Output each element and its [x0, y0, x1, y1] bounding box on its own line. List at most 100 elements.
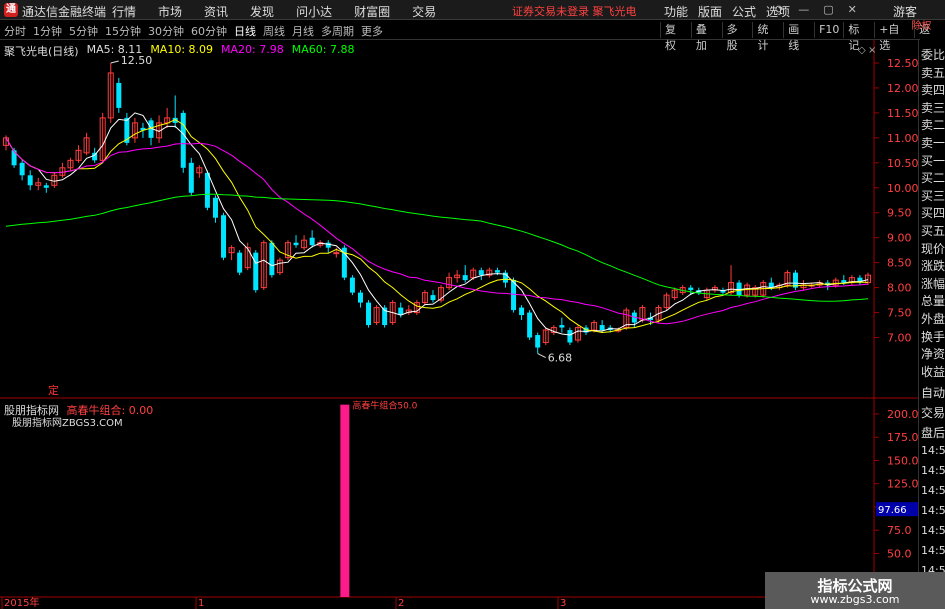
tab-weekly[interactable]: 周线 [263, 23, 285, 39]
menu-item-news[interactable]: 资讯 [204, 3, 228, 20]
side-panel-item: 卖二 [921, 118, 945, 133]
side-panel-item[interactable]: 自动 [921, 384, 945, 401]
side-panel-item: 买一 [921, 153, 945, 168]
candle-body [27, 175, 33, 186]
menu-item-discover[interactable]: 发现 [250, 3, 274, 20]
tab-30min[interactable]: 30分钟 [148, 23, 184, 39]
side-panel-item: 交易 [921, 406, 945, 420]
candle-body [180, 112, 186, 168]
kline-chart[interactable]: 12.50 12.00 11.50 11.00 10.50 10.00 9.50 9.00 8.… [0, 40, 918, 609]
indicator-tick-label: 200.0 [887, 408, 918, 421]
app-title: 通达信金融终端 [22, 5, 107, 19]
close-icon: × [868, 45, 876, 56]
menu-item-wealth[interactable]: 财富圈 [354, 3, 390, 20]
side-panel-item: 卖五 [921, 65, 945, 80]
side-panel-item: 买三 [921, 188, 945, 203]
draw-line-button[interactable]: 画线 [783, 22, 814, 52]
close-icon[interactable]: ✕ [848, 3, 857, 16]
side-panel-item: 买四 [921, 206, 945, 221]
site-badge: 指标公式网 www.zbgs3.com [765, 572, 945, 609]
candle-body [221, 215, 227, 258]
menu-item-ask[interactable]: 问小达 [296, 3, 332, 20]
multi-stock-button[interactable]: 多股 [721, 22, 753, 52]
tab-monthly[interactable]: 月线 [292, 23, 314, 39]
side-panel-item: 涨跌 [921, 259, 945, 274]
side-panel-item: 现价 [921, 241, 945, 256]
price-axis: 12.50 12.00 11.50 11.00 10.50 10.00 9.50 9.00 8.… [874, 57, 918, 345]
menu-item-market[interactable]: 市场 [158, 3, 182, 20]
price-tick-label: 10.00 [887, 182, 918, 195]
f10-button[interactable]: F10 [814, 22, 843, 38]
chart-annotations: 12.506.68定◇ × [48, 45, 876, 397]
maximize-icon[interactable]: ▢ [823, 3, 833, 16]
menu-item-layout[interactable]: 版面 [698, 3, 722, 20]
indicator-spike-bar [340, 404, 350, 597]
side-panel-item: 总量 [921, 294, 945, 309]
candle-body [736, 282, 742, 296]
mark-button[interactable]: 标记 [843, 22, 874, 52]
statistics-button[interactable]: 统计 [752, 22, 783, 52]
menu-item-quotes[interactable]: 行情 [112, 3, 136, 20]
candle-body [19, 162, 25, 176]
menu-item-trade[interactable]: 交易 [412, 3, 436, 20]
tab-15min[interactable]: 15分钟 [105, 23, 141, 39]
side-panel-item: 14:56 [921, 504, 945, 517]
side-panel-item: 盘后 [921, 426, 945, 440]
tab-60min[interactable]: 60分钟 [191, 23, 227, 39]
time-tick-label: 2 [398, 598, 404, 609]
main-menu: 行情 市场 资讯 发现 问小达 财富圈 交易 [112, 3, 458, 20]
side-panel-item: 委比 [921, 48, 945, 62]
window-controls: ⟳ — ▢ ✕ [775, 3, 857, 16]
stock-name[interactable]: 聚飞光电(日线) [4, 43, 79, 59]
candle-body [357, 292, 363, 303]
low-marker [537, 353, 546, 358]
title-bar: 通 通达信金融终端 行情 市场 资讯 发现 问小达 财富圈 交易 证券交易未登录… [0, 0, 945, 20]
time-tick-label: 3 [560, 598, 566, 609]
candle-body [116, 82, 122, 108]
candle-body [11, 150, 17, 166]
indicator-tick-label: 175.0 [887, 431, 918, 444]
refresh-icon[interactable]: ⟳ [775, 3, 784, 16]
restore-rights-button[interactable]: 复权 [660, 22, 691, 52]
trade-login-notice[interactable]: 证券交易未登录 聚飞光电 [512, 3, 637, 19]
menu-item-formula[interactable]: 公式 [732, 3, 756, 20]
price-tick-label: 7.50 [887, 307, 912, 320]
side-panel-item: 涨幅 [921, 276, 945, 291]
tab-more[interactable]: 更多 [361, 23, 383, 39]
ma10-line [5, 119, 869, 334]
tab-multi-period[interactable]: 多周期 [321, 23, 354, 39]
high-marker [110, 60, 119, 64]
ma-series [5, 112, 869, 336]
tab-intraday[interactable]: 分时 [4, 23, 26, 39]
side-panel-item: 14:56 [921, 484, 945, 497]
indicator-tick-label: 75.0 [887, 524, 912, 537]
low-price-label: 6.68 [548, 352, 573, 365]
side-panel-item: 14:56 [921, 544, 945, 557]
quote-side-panel: 委比 卖五 卖四 卖三 卖二 卖一 买一 买二 买三 买四 买五 现价 涨跌 涨幅 总量 外盘 换手 净资 收益 自动… [918, 40, 945, 609]
indicator-tick-label: 150.0 [887, 454, 918, 467]
price-tick-label: 9.50 [887, 207, 912, 220]
overlay-button[interactable]: 叠加 [690, 22, 722, 52]
candle-body [527, 312, 533, 338]
indicator-axis: 200.0175.0150.0125.0100.075.050.097.66 [874, 408, 918, 560]
candle-body [204, 172, 210, 208]
price-tick-label: 11.00 [887, 132, 918, 145]
tab-1min[interactable]: 1分钟 [33, 23, 62, 39]
price-tick-label: 7.00 [887, 332, 912, 345]
candle-body [237, 252, 243, 273]
side-panel-item: 卖四 [921, 83, 945, 98]
side-panel-item: 换手 [921, 329, 945, 344]
side-panel-item: 卖一 [921, 136, 945, 150]
price-tick-label: 8.00 [887, 282, 912, 295]
price-tick-label: 12.00 [887, 82, 918, 95]
candle-body [494, 270, 500, 273]
ma5-line [5, 112, 869, 336]
candle-body [519, 307, 525, 316]
price-tick-label: 11.50 [887, 107, 918, 120]
minimize-icon[interactable]: — [798, 3, 809, 16]
guest-user[interactable]: 游客 [893, 3, 917, 20]
menu-item-function[interactable]: 功能 [664, 3, 688, 20]
tab-daily[interactable]: 日线 [234, 23, 256, 39]
tab-5min[interactable]: 5分钟 [69, 23, 98, 39]
side-panel-item: 14:56 [921, 444, 945, 457]
